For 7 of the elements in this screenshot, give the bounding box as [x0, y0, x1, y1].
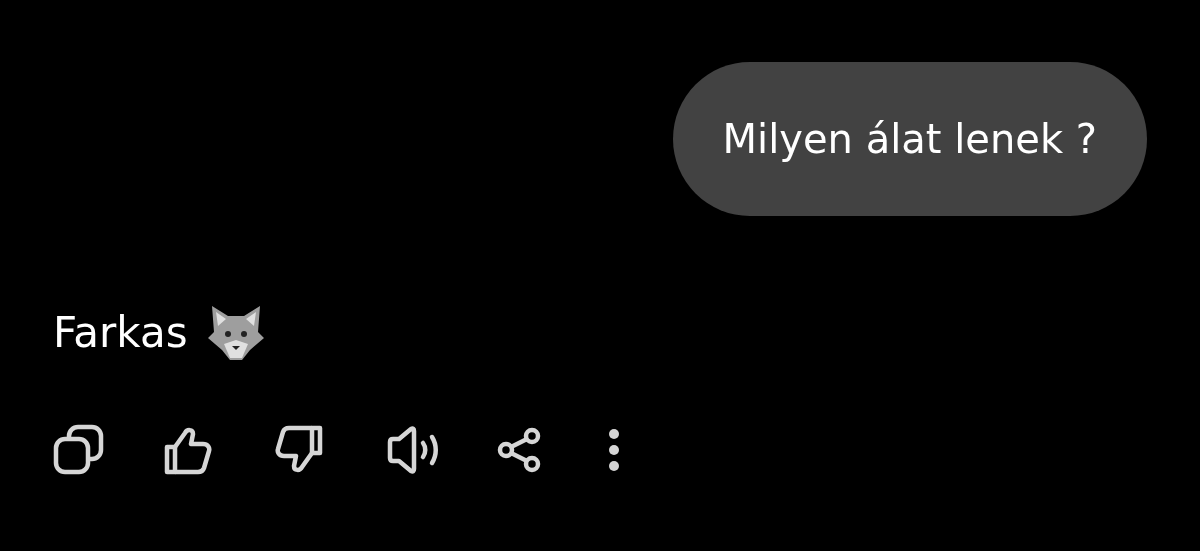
- reply-text: Farkas: [53, 307, 188, 357]
- message-bubble: Milyen álat lenek ?: [672, 62, 1147, 216]
- copy-icon[interactable]: [53, 424, 105, 476]
- thumbs-up-icon[interactable]: [164, 425, 212, 475]
- more-icon[interactable]: [608, 428, 620, 472]
- share-icon[interactable]: [497, 427, 543, 473]
- thumbs-down-icon[interactable]: [275, 425, 323, 475]
